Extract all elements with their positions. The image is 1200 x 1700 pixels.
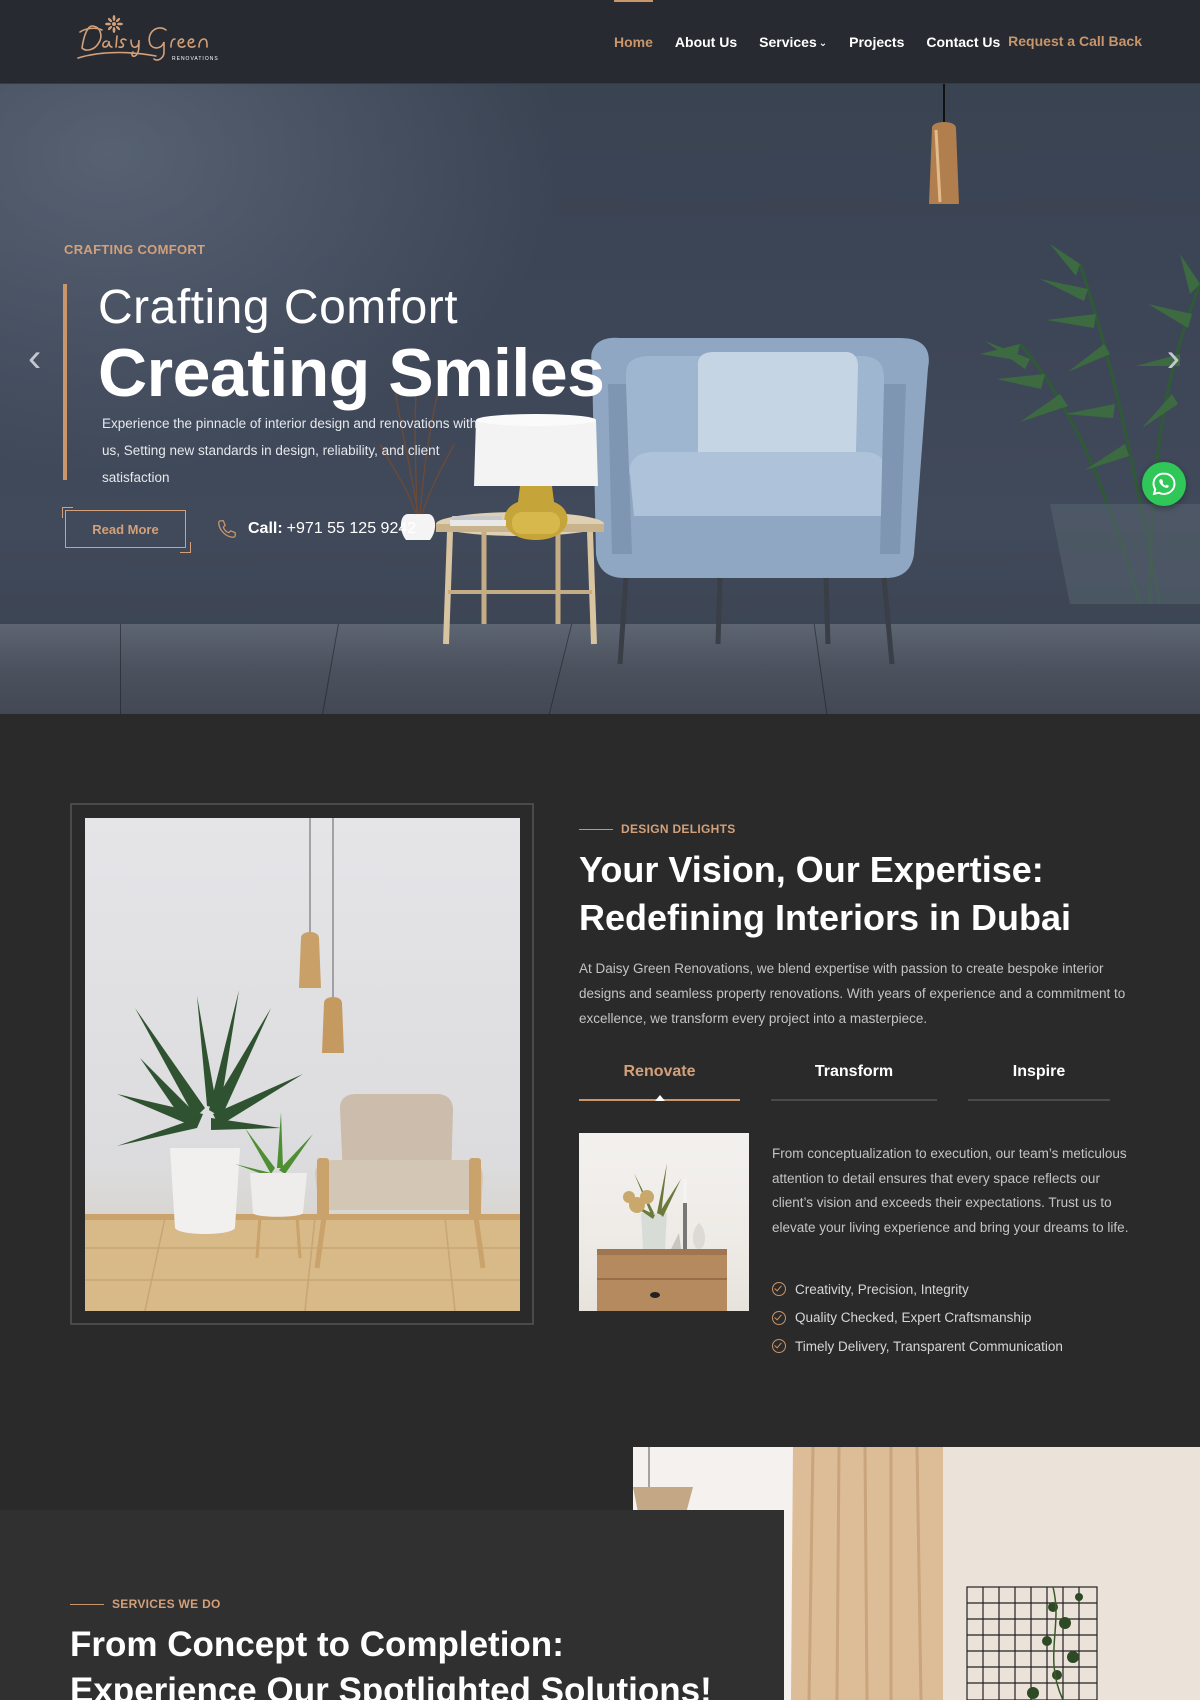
check-circle-icon: [772, 1339, 786, 1354]
feature-checklist: Creativity, Precision, Integrity Quality…: [772, 1275, 1132, 1361]
chevron-left-icon[interactable]: ‹: [28, 336, 41, 381]
logo-subtitle: RENOVATIONS: [172, 56, 219, 62]
nav-contact-us[interactable]: Contact Us: [926, 0, 1000, 84]
nav-projects-label: Projects: [849, 34, 905, 50]
whatsapp-icon: [1152, 472, 1176, 496]
list-item: Quality Checked, Expert Craftsmanship: [772, 1304, 1132, 1333]
hero-call-link[interactable]: Call: +971 55 125 9242: [216, 518, 416, 540]
tab-inspire-label: Inspire: [1012, 1063, 1066, 1080]
chevron-down-icon: ⌄: [818, 38, 828, 49]
tab-transform-label: Transform: [814, 1063, 894, 1080]
services-title: From Concept to Completion: Experience O…: [70, 1622, 830, 1700]
chevron-right-icon[interactable]: ›: [1167, 336, 1180, 381]
checklist-text: Quality Checked, Expert Craftsmanship: [795, 1310, 1032, 1326]
read-more-label: Read More: [92, 521, 159, 537]
site-header: RENOVATIONS Home About Us Services ⌄ Proj…: [0, 0, 1200, 84]
nav-services-label: Services: [759, 34, 817, 50]
phone-icon: [218, 520, 236, 538]
tab-renovate[interactable]: Renovate: [579, 1055, 740, 1101]
check-circle-icon: [772, 1310, 786, 1325]
tab-renovate-label: Renovate: [623, 1063, 696, 1080]
read-more-button[interactable]: Read More: [62, 507, 191, 553]
call-number: +971 55 125 9242: [286, 520, 417, 537]
services-eyebrow: SERVICES WE DO: [70, 1597, 221, 1611]
tab-transform[interactable]: Transform: [771, 1055, 937, 1101]
main-nav: Home About Us Services ⌄ Projects Contact…: [614, 0, 1022, 84]
about-tabs: Renovate Transform Inspire: [579, 1055, 1111, 1101]
hero-title-line1: Crafting Comfort: [98, 281, 459, 334]
about-eyebrow-label: DESIGN DELIGHTS: [621, 822, 736, 836]
eyebrow-line: [579, 828, 613, 830]
about-eyebrow: DESIGN DELIGHTS: [579, 822, 736, 836]
nav-home-label: Home: [614, 34, 653, 50]
tab-image: [579, 1133, 749, 1311]
hero-description: Experience the pinnacle of interior desi…: [102, 416, 478, 485]
nav-home[interactable]: Home: [614, 0, 653, 84]
nav-about-us[interactable]: About Us: [675, 0, 737, 84]
nav-about-label: About Us: [674, 34, 738, 50]
floor-tile-line: [120, 624, 121, 714]
about-title: Your Vision, Our Expertise: Redefining I…: [579, 849, 1072, 938]
list-item: Creativity, Precision, Integrity: [772, 1275, 1132, 1304]
checklist-text: Timely Delivery, Transparent Communicati…: [795, 1338, 1063, 1354]
nav-projects[interactable]: Projects: [849, 0, 904, 84]
nav-services[interactable]: Services ⌄: [759, 0, 827, 84]
page: RENOVATIONS Home About Us Services ⌄ Proj…: [0, 0, 1200, 1700]
call-label: Call:: [248, 520, 283, 537]
eyebrow-line: [70, 1603, 104, 1605]
whatsapp-button[interactable]: [1142, 462, 1186, 506]
about-image: [85, 818, 520, 1311]
living-room-illustration: [85, 818, 520, 1311]
services-eyebrow-label: SERVICES WE DO: [112, 1597, 221, 1611]
nav-contact-label: Contact Us: [926, 34, 1001, 50]
check-circle-icon: [772, 1282, 786, 1297]
checklist-text: Creativity, Precision, Integrity: [795, 1281, 969, 1297]
services-title-line2: Experience Our Spotlighted Solutions!: [70, 1671, 712, 1700]
hero-slider: CRAFTING COMFORT Crafting Comfort Creati…: [0, 84, 1200, 714]
services-title-line1: From Concept to Completion:: [70, 1625, 564, 1664]
hero-eyebrow: CRAFTING COMFORT: [64, 242, 206, 257]
tab-description: From conceptualization to execution, our…: [772, 1146, 1129, 1235]
hero-accent-bar: [63, 284, 67, 480]
daisy-green-logo[interactable]: RENOVATIONS: [74, 12, 224, 68]
sideboard-decor-illustration: [597, 1163, 727, 1311]
hero-title-line2: Creating Smiles: [98, 335, 605, 411]
tab-inspire[interactable]: Inspire: [968, 1055, 1110, 1101]
list-item: Timely Delivery, Transparent Communicati…: [772, 1332, 1132, 1361]
about-description: At Daisy Green Renovations, we blend exp…: [579, 961, 1126, 1026]
request-callback-link[interactable]: Request a Call Back: [1008, 33, 1142, 49]
